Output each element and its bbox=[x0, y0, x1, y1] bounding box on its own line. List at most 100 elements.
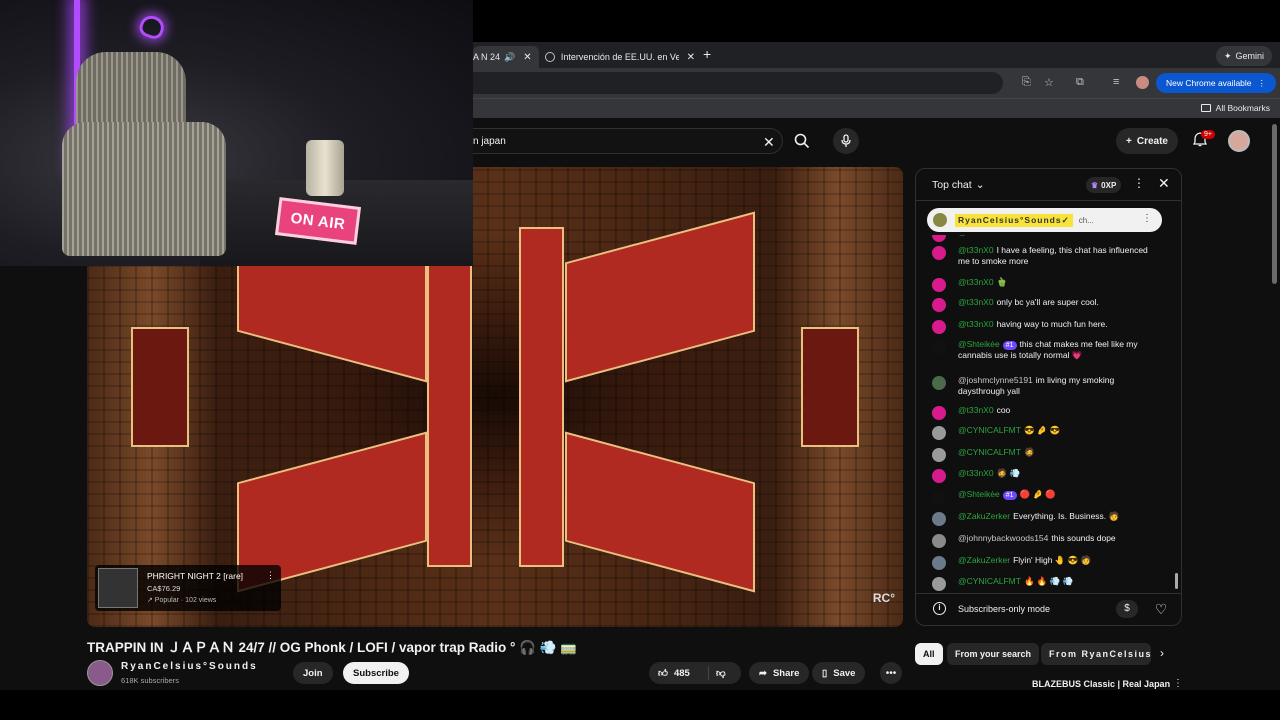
heart-icon[interactable]: ♡ bbox=[1151, 599, 1171, 619]
chat-author-name[interactable]: @johnnybackwoods154 bbox=[958, 533, 1048, 543]
chat-author-name[interactable]: @t33nX0 bbox=[958, 235, 994, 237]
chat-message[interactable]: @ZakuZerker Flyin' High 🤚 😎 🧑 bbox=[932, 555, 1154, 570]
chat-author-name[interactable]: @t33nX0 bbox=[958, 405, 994, 415]
chat-message[interactable]: @t33nX0 🫑 bbox=[932, 277, 1154, 292]
chat-message[interactable]: @t33nX0 I have a feeling, this chat has i… bbox=[932, 245, 1154, 268]
chat-author-name[interactable]: @ZakuZerker bbox=[958, 555, 1010, 565]
chat-messages: @t33nX0lma lol i'b well.@t33nX0I have a … bbox=[916, 235, 1181, 595]
chat-message[interactable]: @CYNICALFMT 🧔 bbox=[932, 447, 1154, 462]
video-side-sign bbox=[131, 327, 189, 447]
chat-message-text: this sounds dope bbox=[1051, 533, 1116, 543]
pinned-kebab-icon[interactable]: ⋮ bbox=[1142, 213, 1152, 224]
chat-author-name[interactable]: @ZakuZerker bbox=[958, 511, 1010, 521]
install-icon[interactable]: ⎘ bbox=[1022, 76, 1031, 89]
speaker-icon[interactable]: 🔊 bbox=[504, 52, 515, 63]
channel-name[interactable]: RyanCelsius°Sounds bbox=[121, 661, 258, 672]
chat-header: Top chat ⌄ ♛ 0XP ⋮ ✕ bbox=[916, 169, 1181, 201]
chat-author-name[interactable]: @joshmclynne5191 bbox=[958, 375, 1033, 385]
chat-author-name[interactable]: @CYNICALFMT bbox=[958, 447, 1021, 457]
chat-message[interactable]: @Shteikėe #1 🔴 🤌 🔴 bbox=[932, 489, 1154, 504]
chat-author-name[interactable]: @CYNICALFMT bbox=[958, 576, 1021, 586]
bookmark-star-icon[interactable]: ☆ bbox=[1044, 76, 1054, 89]
voice-search-button[interactable] bbox=[833, 128, 859, 154]
chat-scrollbar[interactable] bbox=[1175, 573, 1178, 589]
chat-message[interactable]: @Shteikėe #1 this chat makes me feel like … bbox=[932, 339, 1154, 362]
chat-author-name[interactable]: @t33nX0 bbox=[958, 297, 994, 307]
close-tab-icon[interactable]: ✕ bbox=[523, 52, 531, 63]
chevron-down-icon: ⌄ bbox=[975, 179, 985, 191]
page-scrollbar[interactable] bbox=[1272, 124, 1277, 284]
chat-message-body: @t33nX0 having way to much fun here. bbox=[958, 319, 1154, 330]
chat-message[interactable]: @ZakuZerker Everything. Is. Business. 🧑 bbox=[932, 511, 1154, 526]
chat-message[interactable]: @CYNICALFMT 🔥 🔥 💨 💨 bbox=[932, 576, 1154, 591]
chat-message-text: 🧔 💨 bbox=[996, 468, 1021, 478]
gemini-button[interactable]: ✦ Gemini bbox=[1215, 46, 1272, 66]
channel-avatar[interactable] bbox=[87, 660, 113, 686]
chat-message[interactable]: @CYNICALFMT 😎 🤌 😎 bbox=[932, 425, 1154, 440]
chat-author-name[interactable]: @Shteikėe bbox=[958, 339, 1000, 349]
close-chat-icon[interactable]: ✕ bbox=[1158, 175, 1170, 192]
chat-message[interactable]: @t33nX0 🧔 💨 bbox=[932, 468, 1154, 483]
chat-message-text: lma lol i'b well. bbox=[997, 235, 1052, 237]
notification-count-badge: 9+ bbox=[1201, 130, 1215, 139]
xp-badge[interactable]: ♛ 0XP bbox=[1086, 177, 1122, 193]
address-bar[interactable] bbox=[473, 72, 1003, 94]
close-tab-icon[interactable]: ✕ bbox=[687, 52, 695, 63]
join-button[interactable]: Join bbox=[293, 662, 333, 684]
like-button[interactable]: 👍︎ 485 bbox=[649, 666, 709, 680]
tab-intervencion[interactable]: Intervención de EE.UU. en Ve ✕ bbox=[545, 46, 695, 68]
search-button[interactable] bbox=[785, 128, 819, 154]
search-icon bbox=[794, 133, 810, 149]
chat-mode-dropdown[interactable]: Top chat ⌄ bbox=[932, 179, 985, 191]
media-control-icon[interactable]: ≡ bbox=[1113, 76, 1119, 88]
chat-author-name[interactable]: @t33nX0 bbox=[958, 468, 994, 478]
next-video-title[interactable]: BLAZEBUS Classic | Real Japan bbox=[1032, 679, 1170, 689]
chat-message[interactable]: @joshmclynne5191 im living my smoking day… bbox=[932, 375, 1154, 398]
user-avatar[interactable] bbox=[1228, 130, 1250, 152]
chat-message[interactable]: @t33nX0 having way to much fun here. bbox=[932, 319, 1154, 334]
dislike-button[interactable]: 👎︎ bbox=[709, 667, 726, 679]
search-input[interactable]: n japan ✕ bbox=[473, 128, 783, 154]
chat-author-name[interactable]: @t33nX0 bbox=[958, 245, 994, 255]
chat-message[interactable]: @t33nX0lma lol i'b well. bbox=[932, 235, 1154, 242]
gemini-label: Gemini bbox=[1235, 51, 1264, 61]
chat-author-avatar bbox=[932, 320, 946, 334]
chat-message-text: 🫑 bbox=[996, 277, 1008, 287]
chevron-right-icon[interactable]: › bbox=[1160, 646, 1164, 660]
new-tab-button[interactable]: + bbox=[703, 46, 711, 62]
extensions-icon[interactable]: ⧉ bbox=[1076, 76, 1084, 89]
chat-message[interactable]: @t33nX0 coo bbox=[932, 405, 1154, 420]
all-bookmarks-button[interactable]: All Bookmarks bbox=[1200, 103, 1270, 113]
info-icon[interactable]: i bbox=[933, 602, 946, 615]
save-button[interactable]: ▯ Save bbox=[812, 662, 866, 684]
bottom-black-strip bbox=[0, 690, 1280, 720]
chip-from-channel[interactable]: From RyanCelsius bbox=[1041, 643, 1151, 665]
chip-all[interactable]: All bbox=[915, 643, 943, 665]
chip-from-your-search[interactable]: From your search bbox=[947, 643, 1040, 665]
chat-message-body: @Shteikėe #1 this chat makes me feel like … bbox=[958, 339, 1154, 362]
live-chat-panel: Top chat ⌄ ♛ 0XP ⋮ ✕ RyanCelsius°Sounds✓… bbox=[915, 168, 1182, 626]
chat-author-name[interactable]: @t33nX0 bbox=[958, 277, 994, 287]
new-chrome-available-button[interactable]: New Chrome available ⋮ bbox=[1156, 73, 1277, 93]
super-chat-icon[interactable]: $ bbox=[1116, 600, 1138, 618]
chat-author-name[interactable]: @CYNICALFMT bbox=[958, 425, 1021, 435]
product-card[interactable]: PHRIGHT NIGHT 2 [rare] CA$76.29 ↗ Popula… bbox=[95, 565, 281, 611]
next-video-kebab-icon[interactable]: ⋮ bbox=[1173, 678, 1183, 689]
chat-author-avatar bbox=[932, 278, 946, 292]
card-kebab-icon[interactable]: ⋮ bbox=[266, 570, 275, 581]
chat-author-name[interactable]: @Shteikėe bbox=[958, 489, 1000, 499]
more-actions-button[interactable]: ••• bbox=[880, 662, 902, 684]
create-button[interactable]: + Create bbox=[1116, 128, 1178, 154]
pinned-message[interactable]: RyanCelsius°Sounds✓ ch... ⋮ bbox=[927, 208, 1162, 232]
profile-avatar[interactable] bbox=[1136, 76, 1149, 89]
clear-search-icon[interactable]: ✕ bbox=[763, 134, 775, 151]
chat-message[interactable]: @johnnybackwoods154 this sounds dope bbox=[932, 533, 1154, 548]
channel-watermark[interactable]: RC° bbox=[873, 591, 895, 605]
tab-active[interactable]: A N 24 🔊 ✕ bbox=[473, 46, 539, 68]
subscribe-button[interactable]: Subscribe bbox=[343, 662, 409, 684]
chat-author-avatar bbox=[932, 340, 946, 354]
share-button[interactable]: ➦ Share bbox=[749, 662, 810, 684]
chat-kebab-icon[interactable]: ⋮ bbox=[1133, 176, 1145, 190]
chat-message[interactable]: @t33nX0 only bc ya'll are super cool. bbox=[932, 297, 1154, 312]
chat-author-name[interactable]: @t33nX0 bbox=[958, 319, 994, 329]
